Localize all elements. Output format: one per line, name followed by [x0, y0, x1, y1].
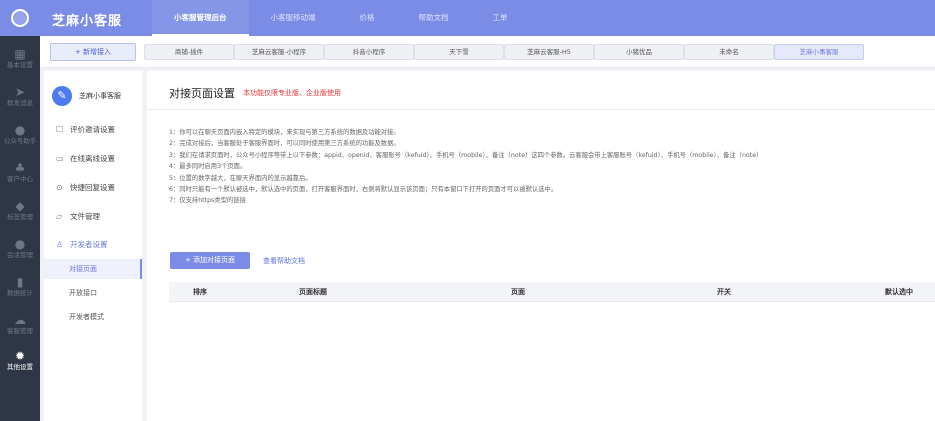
rail-item-stats[interactable]: ▮ 数据统计 — [0, 268, 40, 306]
page-title: 对接页面设置 — [169, 87, 235, 100]
menu-subitem-open-api[interactable]: 开放接口 — [44, 283, 142, 303]
menu-item-quick-reply[interactable]: ⊙ 快捷回复设置 — [44, 177, 142, 197]
rail-item-broadcast[interactable]: ➤ 群发消息 — [0, 78, 40, 116]
cloud-icon: ☁ — [14, 313, 26, 327]
menu-item-file-management[interactable]: ▱ 文件管理 — [44, 206, 142, 226]
instructions: 1：你可以在聊天页面内嵌入特定的模块，来实现与第三方系统的数据及功能对接。 2：… — [169, 127, 935, 207]
bar-chart-icon: ▮ — [16, 275, 24, 289]
rail-item-label: 基本设置 — [7, 61, 33, 69]
channel-tab[interactable]: 天下雪 — [414, 44, 504, 60]
edition-warning: 本功能仅限专业版、企业版使用 — [243, 89, 341, 97]
brand-name[interactable]: 芝麻小客服 — [52, 10, 122, 29]
instruction-line: 7：仅支持https类型的链接 — [169, 197, 246, 205]
rail-item-label: 客服管理 — [7, 327, 33, 335]
top-bar: 芝麻小客服 小客服管理后台 小客服移动端 价格 帮助文档 工单 — [40, 0, 935, 36]
channel-tab[interactable]: 芝麻云客服-H5 — [504, 44, 594, 60]
instruction-line: 4：最多同时启用3个页面。 — [169, 163, 247, 171]
channel-tab[interactable]: 小猪优品 — [594, 44, 684, 60]
rail-item-tags[interactable]: ◆ 标签管理 — [0, 192, 40, 230]
grid-icon: ▦ — [14, 47, 26, 61]
gear-icon: ✹ — [14, 349, 26, 363]
instruction-line: 3：我们在请求页面时，公众号小程序等带上以下参数：appid、openid、客服… — [169, 151, 763, 159]
channel-tab[interactable]: 商铺-插件 — [144, 44, 234, 60]
top-nav-pricing[interactable]: 价格 — [338, 0, 397, 36]
account-logo-icon: ✎ — [52, 86, 72, 106]
account-header: ✎ 芝麻小事客服 — [52, 81, 138, 111]
column-header-page[interactable]: 页面 — [511, 282, 525, 302]
menu-item-label: 评价邀请设置 — [70, 124, 115, 134]
channel-tab[interactable]: 抖音小程序 — [324, 44, 414, 60]
rail-item-label: 公众号助手 — [3, 137, 37, 145]
app-logo[interactable] — [0, 0, 40, 36]
title-divider — [147, 109, 935, 110]
rail-item-label: 群发消息 — [7, 99, 33, 107]
rail-item-label: 其他设置 — [7, 363, 33, 371]
menu-subitem-integration-page[interactable]: 对接页面 — [44, 259, 142, 279]
menu-item-review-invite[interactable]: ☐ 评价邀请设置 — [44, 119, 142, 139]
top-nav: 小客服管理后台 小客服移动端 价格 帮助文档 工单 — [152, 0, 530, 36]
edit-icon: ☐ — [56, 124, 64, 134]
channel-bar: + 新增接入 商铺-插件 芝麻云客服-小程序 抖音小程序 天下雪 芝麻云客服-H… — [40, 36, 935, 68]
icon-rail: ▦ 基本设置 ➤ 群发消息 ● 公众号助手 ♣ 客户中心 ◆ 标签管理 ● 会话… — [0, 0, 40, 421]
logo-circle-icon — [11, 9, 29, 27]
account-name: 芝麻小事客服 — [79, 91, 121, 100]
column-header-switch[interactable]: 开关 — [717, 282, 731, 302]
instruction-line: 2：完成对接后，当客服处于客服界面时，可以同时使用第三方系统的功能及数据。 — [169, 140, 400, 148]
top-nav-tickets[interactable]: 工单 — [471, 0, 530, 36]
rail-item-agents[interactable]: ☁ 客服管理 — [0, 306, 40, 344]
main-panel: 对接页面设置 本功能仅限专业版、企业版使用 1：你可以在聊天页面内嵌入特定的模块… — [147, 71, 935, 421]
rail-item-sessions[interactable]: ● 会话管理 — [0, 230, 40, 268]
users-icon: ♣ — [14, 161, 26, 175]
tag-icon: ◆ — [15, 199, 25, 213]
rail-item-label: 数据统计 — [7, 289, 33, 297]
folder-icon: ▱ — [56, 211, 63, 221]
top-nav-admin[interactable]: 小客服管理后台 — [152, 0, 249, 36]
menu-item-label: 文件管理 — [70, 211, 100, 221]
rail-item-label: 标签管理 — [7, 213, 33, 221]
send-icon: ➤ — [14, 85, 26, 99]
column-header-order[interactable]: 排序 — [193, 282, 207, 302]
channel-tab[interactable]: 未命名 — [684, 44, 774, 60]
rail-item-label: 会话管理 — [7, 251, 33, 259]
menu-item-label: 开发者设置 — [70, 239, 108, 249]
column-header-title[interactable]: 页面标题 — [299, 282, 327, 302]
developer-icon: ♙ — [56, 239, 64, 249]
reply-icon: ⊙ — [56, 182, 63, 192]
menu-item-label: 在线离线设置 — [70, 153, 115, 163]
channel-tab-selected[interactable]: 芝麻小事客服 — [774, 44, 864, 60]
rail-item-official-account[interactable]: ● 公众号助手 — [0, 116, 40, 154]
help-doc-link[interactable]: 查看帮助文档 — [263, 256, 305, 266]
instruction-line: 1：你可以在聊天页面内嵌入特定的模块，来实现与第三方系统的数据及功能对接。 — [169, 129, 400, 136]
chat-icon: ● — [14, 123, 26, 137]
menu-item-online-offline[interactable]: ▭ 在线离线设置 — [44, 148, 142, 168]
rail-item-customers[interactable]: ♣ 客户中心 — [0, 154, 40, 192]
table-header: 排序 页面标题 页面 开关 默认选中 — [169, 282, 935, 302]
menu-subitem-developer-mode[interactable]: 开发者模式 — [44, 307, 142, 327]
instruction-line: 5：位置的数字越大，在聊天界面内的显示越靠后。 — [169, 174, 312, 182]
rail-item-other-settings[interactable]: ✹ 其他设置 — [0, 342, 40, 380]
menu-item-developer-settings[interactable]: ♙ 开发者设置 — [44, 234, 142, 254]
add-channel-button[interactable]: + 新增接入 — [50, 43, 136, 61]
add-page-button[interactable]: + 添加对接页面 — [170, 252, 250, 269]
top-nav-help[interactable]: 帮助文档 — [397, 0, 471, 36]
message-icon: ● — [14, 237, 26, 251]
column-header-default[interactable]: 默认选中 — [885, 282, 913, 302]
top-nav-mobile[interactable]: 小客服移动端 — [249, 0, 338, 36]
instruction-line: 6：同时只能有一个默认被选中，默认选中的页面，打开客服界面时，右侧将默认显示该页… — [169, 186, 558, 194]
monitor-icon: ▭ — [56, 153, 64, 163]
settings-menu: ✎ 芝麻小事客服 ☐ 评价邀请设置 ▭ 在线离线设置 ⊙ 快捷回复设置 ▱ 文件… — [44, 71, 142, 421]
rail-item-label: 客户中心 — [7, 175, 33, 183]
channel-tab[interactable]: 芝麻云客服-小程序 — [234, 44, 324, 60]
menu-item-label: 快捷回复设置 — [70, 182, 115, 192]
rail-item-basic-settings[interactable]: ▦ 基本设置 — [0, 40, 40, 78]
